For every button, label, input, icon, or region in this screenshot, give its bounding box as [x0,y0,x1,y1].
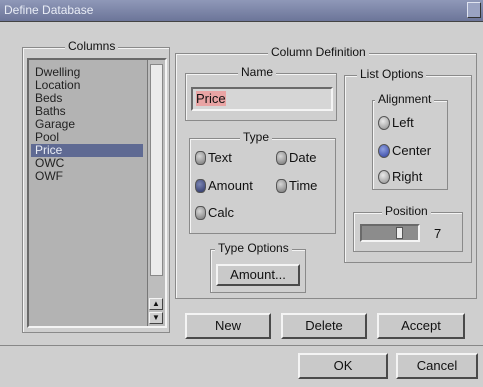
position-slider[interactable] [360,224,420,242]
type-radio-date-icon [276,151,287,165]
type-option-date-label: Date [289,150,317,165]
type-option-date[interactable]: Date [276,150,316,166]
name-input-value: Price [196,91,226,106]
ok-button[interactable]: OK [298,353,388,379]
columns-list[interactable]: Dwelling Location Beds Baths Garage Pool… [27,58,167,328]
accept-button[interactable]: Accept [377,313,465,339]
alignment-option-center-label: Center [392,143,432,158]
type-radio-time-icon [276,179,287,193]
window-title: Define Database [4,3,94,17]
alignment-legend: Alignment [375,92,435,106]
alignment-option-right[interactable]: Right [378,169,422,185]
alignment-radio-center-icon [378,144,390,158]
scrollbar-thumb[interactable] [150,64,163,276]
alignment-radio-right-icon [378,170,390,184]
type-option-calc-label: Calc [208,205,235,220]
list-options-legend: List Options [357,67,427,81]
cancel-button[interactable]: Cancel [396,353,478,379]
type-option-time-label: Time [289,178,318,193]
window-titlebar[interactable]: Define Database [0,0,483,22]
position-legend: Position [382,204,431,218]
list-item-8[interactable]: OWF [33,170,161,183]
alignment-option-center[interactable]: Center [378,143,431,159]
alignment-option-left[interactable]: Left [378,115,414,131]
depth-gadget-icon[interactable] [467,2,481,18]
type-options-amount-button[interactable]: Amount... [216,264,300,286]
name-legend: Name [238,65,277,79]
type-option-amount[interactable]: Amount [195,178,253,194]
type-radio-calc-icon [195,206,206,220]
scroll-up-arrow-icon[interactable]: ▲ [149,298,163,310]
new-button[interactable]: New [185,313,271,339]
type-option-text[interactable]: Text [195,150,232,166]
columns-legend: Columns [65,39,119,53]
type-option-time[interactable]: Time [276,178,317,194]
bottom-divider [0,345,483,346]
type-options-legend: Type Options [215,241,292,255]
alignment-radio-left-icon [378,116,390,130]
delete-button[interactable]: Delete [281,313,367,339]
type-radio-amount-icon [195,179,206,193]
column-definition-legend: Column Definition [268,45,369,59]
type-option-text-label: Text [208,150,232,165]
alignment-option-left-label: Left [392,115,414,130]
name-input[interactable]: Price [191,87,333,111]
alignment-option-right-label: Right [392,169,423,184]
position-value: 7 [434,226,442,241]
scroll-down-arrow-icon[interactable]: ▼ [149,312,163,324]
columns-scrollbar[interactable]: ▲ ▼ [147,60,165,326]
type-legend: Type [240,130,273,144]
type-option-amount-label: Amount [208,178,253,193]
position-slider-thumb[interactable] [396,227,403,239]
type-option-calc[interactable]: Calc [195,205,234,221]
type-radio-text-icon [195,151,206,165]
